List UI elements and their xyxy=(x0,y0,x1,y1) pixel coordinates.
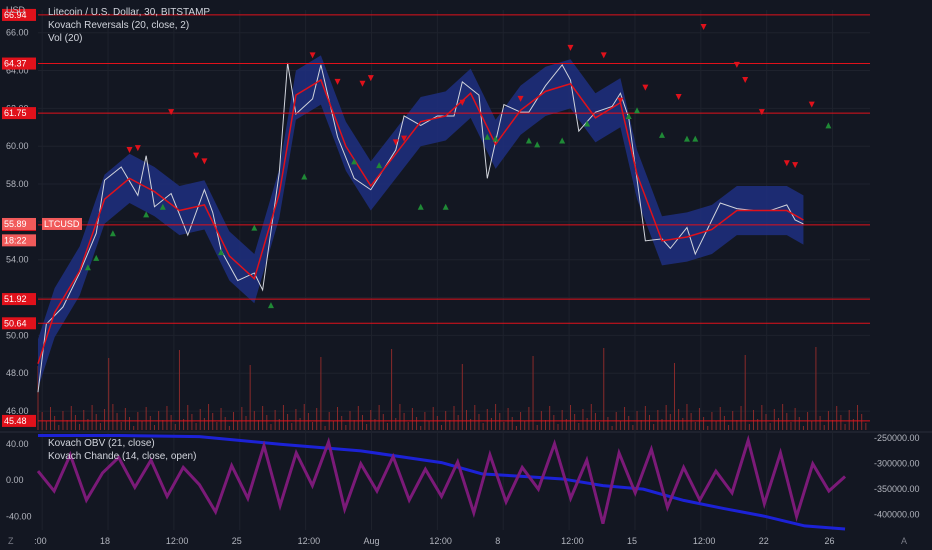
volume-bars xyxy=(37,347,867,430)
signal-down-arrow xyxy=(792,162,799,169)
auto-scale-button[interactable]: A xyxy=(901,536,907,546)
x-tick-label: :00 xyxy=(34,536,47,546)
signal-up-arrow xyxy=(251,224,258,231)
signal-up-arrow xyxy=(525,137,532,144)
lower-y-tick-label: 40.00 xyxy=(6,439,29,449)
signal-up-arrow xyxy=(692,135,699,142)
price-label-last: 55.89 xyxy=(4,219,27,229)
signal-down-arrow xyxy=(700,24,707,31)
legend-reversals[interactable]: Kovach Reversals (20, close, 2) xyxy=(48,19,210,32)
signal-up-arrow xyxy=(267,302,274,309)
signal-up-arrow xyxy=(93,254,100,261)
legend-obv[interactable]: Kovach OBV (21, close) xyxy=(48,437,196,450)
signal-down-arrow xyxy=(168,109,175,116)
signal-down-arrow xyxy=(733,61,740,68)
signal-down-arrow xyxy=(359,80,366,87)
signal-down-arrow xyxy=(193,152,200,159)
chart-canvas: 46.0048.0050.0052.0054.0056.0058.0060.00… xyxy=(0,8,932,546)
signal-up-arrow xyxy=(534,141,541,148)
signal-up-arrow xyxy=(659,131,665,138)
signal-down-arrow xyxy=(675,94,682,101)
currency-label: USD xyxy=(6,5,26,15)
lower-right-tick-label: -350000.00 xyxy=(874,484,920,494)
price-label-symbol: LTCUSD xyxy=(44,219,80,229)
x-tick-label: 8 xyxy=(495,536,500,546)
legend-symbol[interactable]: Litecoin / U.S. Dollar, 30, BITSTAMP xyxy=(48,6,210,19)
signal-down-arrow xyxy=(600,52,607,59)
lower-right-tick-label: -400000.00 xyxy=(874,510,920,520)
y-tick-label: 60.00 xyxy=(6,141,29,151)
y-tick-label: 48.00 xyxy=(6,368,29,378)
y-tick-label: 46.00 xyxy=(6,406,29,416)
signal-down-arrow xyxy=(808,101,815,108)
zoom-button[interactable]: Z xyxy=(8,536,14,546)
level-label: 45.48 xyxy=(4,416,27,426)
signal-down-arrow xyxy=(642,84,649,91)
signal-down-arrow xyxy=(742,77,749,83)
signal-up-arrow xyxy=(683,135,690,142)
x-tick-label: 12:00 xyxy=(693,536,716,546)
y-tick-label: 66.00 xyxy=(6,28,29,38)
signal-down-arrow xyxy=(334,78,341,85)
lower-right-tick-label: -250000.00 xyxy=(874,433,920,443)
level-label: 64.37 xyxy=(4,59,27,69)
signal-up-arrow xyxy=(442,203,449,210)
signal-up-arrow xyxy=(109,230,116,237)
level-label: 50.64 xyxy=(4,318,27,328)
lower-right-tick-label: -300000.00 xyxy=(874,459,920,469)
lower-legend: Kovach OBV (21, close) Kovach Chande (14… xyxy=(48,437,196,463)
signal-down-arrow xyxy=(783,160,790,167)
level-label: 61.75 xyxy=(4,108,27,118)
upper-legend: Litecoin / U.S. Dollar, 30, BITSTAMP Kov… xyxy=(48,6,210,45)
signal-up-arrow xyxy=(559,137,566,144)
lower-y-tick-label: 0.00 xyxy=(6,475,24,485)
lower-y-tick-label: -40.00 xyxy=(6,511,32,521)
x-tick-label: 18 xyxy=(100,536,110,546)
x-tick-label: 25 xyxy=(232,536,242,546)
signal-down-arrow xyxy=(134,145,141,152)
y-tick-label: 50.00 xyxy=(6,330,29,340)
y-tick-label: 58.00 xyxy=(6,179,29,189)
signal-up-arrow xyxy=(301,173,308,180)
signal-down-arrow xyxy=(309,52,316,59)
price-label-countdown: 18:22 xyxy=(4,235,27,245)
signal-up-arrow xyxy=(417,203,424,210)
signal-down-arrow xyxy=(567,44,574,51)
x-tick-label: 12:00 xyxy=(429,536,452,546)
y-tick-label: 54.00 xyxy=(6,255,29,265)
x-tick-label: 12:00 xyxy=(166,536,189,546)
x-tick-label: 22 xyxy=(759,536,769,546)
x-tick-label: 12:00 xyxy=(561,536,584,546)
legend-chande[interactable]: Kovach Chande (14, close, open) xyxy=(48,450,196,463)
signal-down-arrow xyxy=(201,158,208,165)
signal-up-arrow xyxy=(825,122,832,129)
x-tick-label: 15 xyxy=(627,536,637,546)
signal-down-arrow xyxy=(758,109,765,116)
level-label: 51.92 xyxy=(4,294,27,304)
x-tick-label: 26 xyxy=(825,536,835,546)
signal-down-arrow xyxy=(126,147,133,153)
legend-volume[interactable]: Vol (20) xyxy=(48,32,210,45)
signal-down-arrow xyxy=(367,75,374,82)
x-tick-label: Aug xyxy=(363,536,379,546)
x-tick-label: 12:00 xyxy=(298,536,321,546)
